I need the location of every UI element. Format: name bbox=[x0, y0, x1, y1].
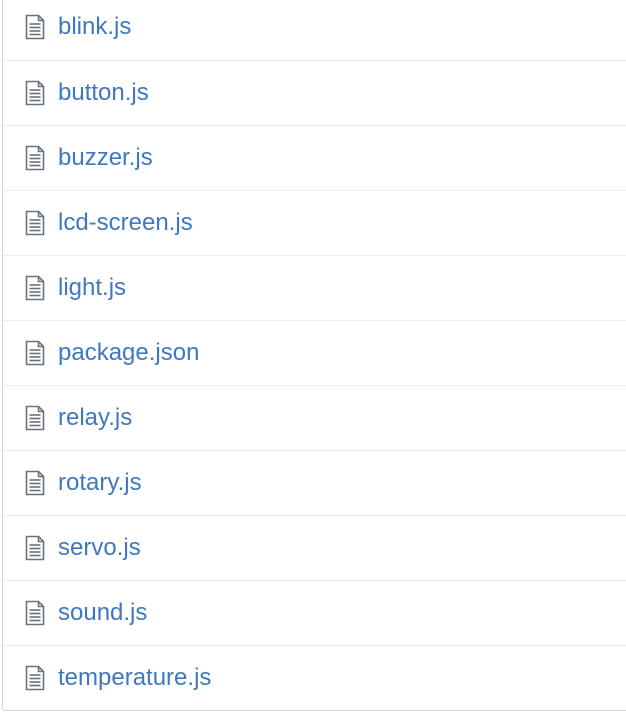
file-row[interactable]: temperature.js bbox=[3, 645, 626, 710]
file-text-icon bbox=[24, 274, 46, 302]
file-link[interactable]: package.json bbox=[58, 341, 199, 365]
file-link[interactable]: relay.js bbox=[58, 406, 132, 430]
file-link[interactable]: button.js bbox=[58, 81, 149, 105]
file-link[interactable]: lcd-screen.js bbox=[58, 211, 193, 235]
file-link[interactable]: servo.js bbox=[58, 536, 141, 560]
file-text-icon bbox=[24, 13, 46, 41]
file-row[interactable]: servo.js bbox=[3, 515, 626, 580]
file-text-icon bbox=[24, 469, 46, 497]
file-link[interactable]: buzzer.js bbox=[58, 146, 153, 170]
file-row[interactable]: light.js bbox=[3, 255, 626, 320]
file-text-icon bbox=[24, 664, 46, 692]
file-list: blink.js button.js buzzer.js lcd-screen.… bbox=[2, 0, 626, 711]
file-link[interactable]: rotary.js bbox=[58, 471, 142, 495]
file-row[interactable]: rotary.js bbox=[3, 450, 626, 515]
file-text-icon bbox=[24, 404, 46, 432]
file-row[interactable]: blink.js bbox=[3, 0, 626, 60]
file-text-icon bbox=[24, 209, 46, 237]
file-text-icon bbox=[24, 79, 46, 107]
file-link[interactable]: sound.js bbox=[58, 601, 147, 625]
file-row[interactable]: package.json bbox=[3, 320, 626, 385]
file-link[interactable]: temperature.js bbox=[58, 666, 211, 690]
file-link[interactable]: light.js bbox=[58, 276, 126, 300]
file-row[interactable]: buzzer.js bbox=[3, 125, 626, 190]
file-text-icon bbox=[24, 339, 46, 367]
file-text-icon bbox=[24, 534, 46, 562]
file-row[interactable]: button.js bbox=[3, 60, 626, 125]
file-row[interactable]: relay.js bbox=[3, 385, 626, 450]
file-text-icon bbox=[24, 144, 46, 172]
file-link[interactable]: blink.js bbox=[58, 15, 131, 39]
file-text-icon bbox=[24, 599, 46, 627]
file-row[interactable]: sound.js bbox=[3, 580, 626, 645]
file-row[interactable]: lcd-screen.js bbox=[3, 190, 626, 255]
